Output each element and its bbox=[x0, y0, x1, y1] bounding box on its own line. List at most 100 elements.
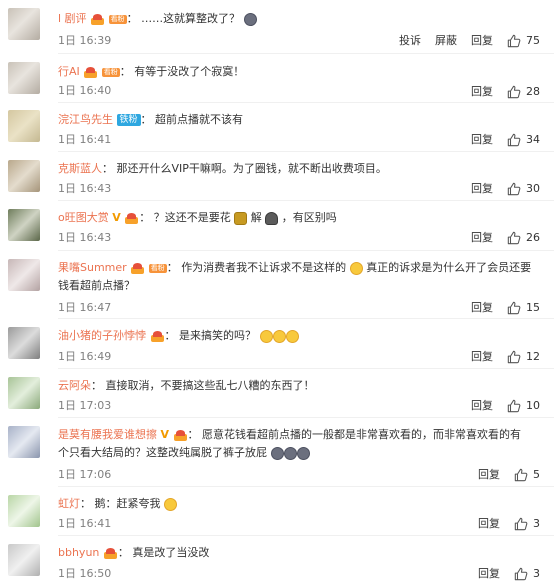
thumbs-up-icon bbox=[507, 34, 521, 48]
smile-emoji-icon bbox=[164, 497, 177, 511]
avatar[interactable] bbox=[8, 426, 40, 458]
comment-username[interactable]: 油小猪的子孙悖悖 bbox=[58, 329, 146, 342]
like-button[interactable]: 12 bbox=[507, 349, 540, 365]
reply-button[interactable]: 回复 bbox=[478, 566, 500, 582]
reply-button[interactable]: 回复 bbox=[471, 349, 493, 365]
block-button[interactable]: 屏蔽 bbox=[435, 33, 457, 49]
comment-time: 1日 16:39 bbox=[58, 34, 112, 47]
crying-emoji-icon bbox=[349, 261, 363, 275]
tired-emoji-icon bbox=[296, 446, 310, 460]
like-count: 30 bbox=[526, 182, 540, 195]
avatar[interactable] bbox=[8, 259, 40, 291]
comment-text: 解 bbox=[250, 211, 262, 224]
crown-icon bbox=[84, 66, 98, 78]
comment-text: 是来搞笑的吗？ bbox=[179, 329, 256, 342]
comment-username[interactable]: o旺图大赏 bbox=[58, 211, 109, 224]
like-count: 3 bbox=[533, 567, 540, 580]
verified-v-icon: V bbox=[112, 211, 121, 224]
avatar[interactable] bbox=[8, 544, 40, 576]
avatar[interactable] bbox=[8, 160, 40, 192]
crown-icon bbox=[103, 547, 117, 559]
comment-text: 愿意花钱看超前点播的一般都是非常喜欢看的，而非常喜欢看的有 bbox=[202, 428, 522, 441]
like-button[interactable]: 34 bbox=[507, 132, 540, 148]
crown-icon bbox=[173, 429, 187, 441]
like-button[interactable]: 5 bbox=[514, 467, 540, 483]
comment-text: 有等于没改了个寂寞！ bbox=[134, 65, 245, 78]
comment-time: 1日 16:43 bbox=[58, 231, 112, 244]
like-count: 26 bbox=[526, 231, 540, 244]
thumbs-up-icon bbox=[507, 301, 521, 315]
comment-item: l 剧评 看粉： ……这就算整改了？ 1日 16:39 投诉 屏蔽 回复 75 bbox=[0, 0, 554, 48]
comment-username[interactable]: l 剧评 bbox=[58, 12, 87, 25]
like-button[interactable]: 15 bbox=[507, 300, 540, 316]
reply-button[interactable]: 回复 bbox=[471, 398, 493, 414]
like-button[interactable]: 26 bbox=[507, 230, 540, 246]
crown-icon bbox=[150, 330, 164, 342]
like-button[interactable]: 3 bbox=[514, 566, 540, 582]
comment-username[interactable]: 克斯蓝人 bbox=[58, 162, 102, 175]
comment-username[interactable]: 是莫有腰我爱谁想擦 bbox=[58, 428, 157, 441]
comment-username[interactable]: 云阿朵 bbox=[58, 379, 91, 392]
like-count: 5 bbox=[533, 468, 540, 481]
comment-item: bbhyun ： 真是改了当没改 1日 16:50 回复 3 bbox=[0, 536, 554, 588]
comment-item: 克斯蓝人： 那还开什么VIP干嘛啊。为了圈钱，就不断出收费项目。 1日 16:4… bbox=[0, 152, 554, 200]
avatar[interactable] bbox=[8, 110, 40, 142]
like-count: 12 bbox=[526, 350, 540, 363]
comment-username[interactable]: bbhyun bbox=[58, 546, 99, 559]
comment-time: 1日 16:49 bbox=[58, 350, 112, 363]
like-button[interactable]: 10 bbox=[507, 398, 540, 414]
like-button[interactable]: 30 bbox=[507, 181, 540, 197]
avatar[interactable] bbox=[8, 209, 40, 241]
verified-v-icon: V bbox=[160, 428, 170, 441]
reply-button[interactable]: 回复 bbox=[478, 467, 500, 483]
comment-username[interactable]: 行AI bbox=[58, 65, 80, 78]
comment-text: 作为消费者我不让诉求不是这样的 bbox=[181, 261, 347, 274]
comment-item: 果嘴Summer 看粉： 作为消费者我不让诉求不是这样的 真正的诉求是为什么开了… bbox=[0, 251, 554, 319]
comment-time: 1日 16:43 bbox=[58, 182, 112, 195]
like-button[interactable]: 28 bbox=[507, 84, 540, 100]
comment-item: 虹灯： 鹅：赶紧夸我 1日 16:41 回复 3 bbox=[0, 487, 554, 535]
tired-emoji-icon bbox=[283, 446, 297, 460]
avatar[interactable] bbox=[8, 62, 40, 94]
avatar[interactable] bbox=[8, 377, 40, 409]
comment-username[interactable]: 浣江鸟先生 bbox=[58, 113, 113, 126]
thumbs-up-icon bbox=[507, 182, 521, 196]
reply-button[interactable]: 回复 bbox=[471, 230, 493, 246]
comment-text: 真是改了当没改 bbox=[132, 546, 210, 559]
comment-text: ……这就算整改了？ bbox=[141, 12, 241, 25]
comment-item: 行AI 看粉： 有等于没改了个寂寞！ 1日 16:40 回复 28 bbox=[0, 54, 554, 102]
report-button[interactable]: 投诉 bbox=[399, 33, 421, 49]
like-button[interactable]: 3 bbox=[514, 516, 540, 532]
comment-item: 云阿朵： 直接取消，不要搞这些乱七八糟的东西了！ 1日 17:03 回复 10 bbox=[0, 369, 554, 417]
like-button[interactable]: 75 bbox=[507, 33, 540, 49]
comment-time: 1日 17:06 bbox=[58, 468, 112, 481]
comment-item: 油小猪的子孙悖悖 ： 是来搞笑的吗？ 1日 16:49 回复 12 bbox=[0, 319, 554, 367]
comment-text: ，有区别吗 bbox=[281, 211, 337, 224]
money-bag-emoji-icon bbox=[234, 211, 248, 225]
thumbs-up-icon bbox=[507, 133, 521, 147]
avatar[interactable] bbox=[8, 327, 40, 359]
avatar[interactable] bbox=[8, 495, 40, 527]
comment-item: 浣江鸟先生 铁粉： 超前点播就不该有 1日 16:41 回复 34 bbox=[0, 103, 554, 151]
comment-time: 1日 16:50 bbox=[58, 567, 112, 580]
reply-button[interactable]: 回复 bbox=[471, 33, 493, 49]
reply-button[interactable]: 回复 bbox=[478, 516, 500, 532]
avatar[interactable] bbox=[8, 8, 40, 40]
grin-emoji-icon bbox=[259, 329, 273, 343]
reply-button[interactable]: 回复 bbox=[471, 300, 493, 316]
crown-icon bbox=[125, 212, 139, 224]
comment-username[interactable]: 虹灯 bbox=[58, 497, 80, 510]
crown-icon bbox=[131, 262, 145, 274]
reply-button[interactable]: 回复 bbox=[471, 181, 493, 197]
fan-badge: 看粉 bbox=[108, 14, 127, 24]
reply-button[interactable]: 回复 bbox=[471, 84, 493, 100]
comment-username[interactable]: 果嘴Summer bbox=[58, 261, 127, 274]
thumbs-up-icon bbox=[514, 567, 528, 581]
reply-button[interactable]: 回复 bbox=[471, 132, 493, 148]
comment-time: 1日 16:47 bbox=[58, 301, 112, 314]
comment-item: 是莫有腰我爱谁想擦 V ： 愿意花钱看超前点播的一般都是非常喜欢看的，而非常喜欢… bbox=[0, 418, 554, 488]
thumbs-up-icon bbox=[507, 399, 521, 413]
thumbs-up-icon bbox=[507, 231, 521, 245]
comment-text: 直接取消，不要搞这些乱七八糟的东西了！ bbox=[105, 379, 315, 392]
like-count: 34 bbox=[526, 133, 540, 146]
